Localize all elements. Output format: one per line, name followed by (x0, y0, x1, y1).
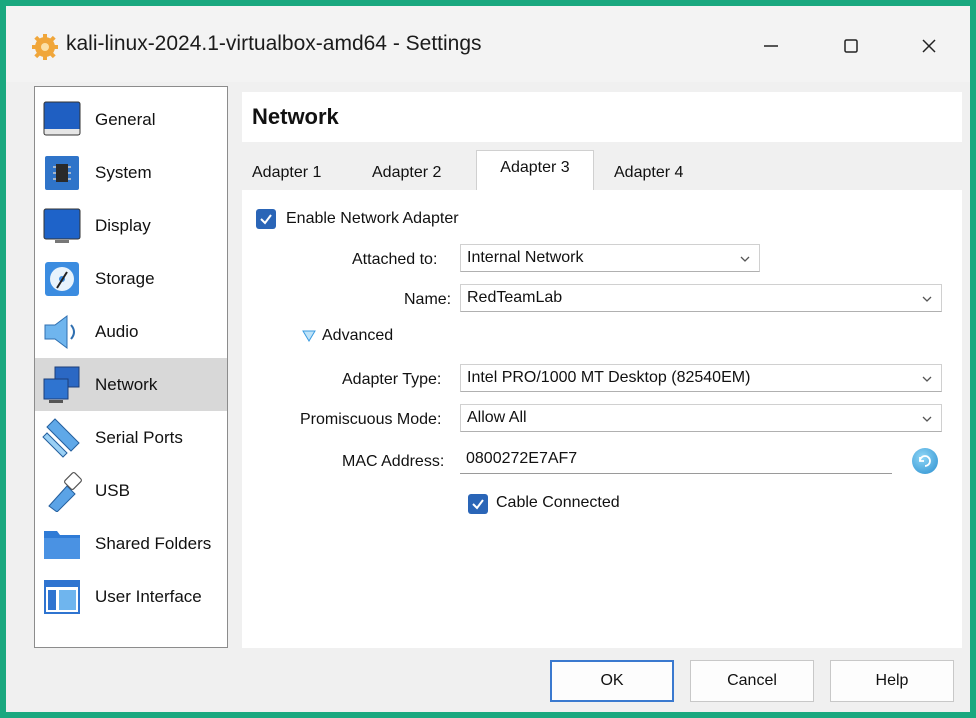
maximize-icon (844, 39, 858, 53)
mac-address-input[interactable]: 0800272E7AF7 (460, 446, 892, 474)
sidebar-item-user-interface[interactable]: User Interface (35, 570, 227, 623)
sidebar-item-audio[interactable]: Audio (35, 305, 227, 358)
generate-mac-button[interactable] (912, 448, 938, 474)
sidebar-item-label: Shared Folders (95, 533, 212, 553)
cable-connected-checkbox[interactable] (468, 494, 488, 514)
tab-adapter-1[interactable]: Adapter 1 (252, 154, 352, 190)
sidebar-item-label: System (95, 162, 152, 182)
user-interface-icon (44, 579, 80, 614)
help-button[interactable]: Help (830, 660, 954, 702)
cable-connected-label: Cable Connected (496, 494, 620, 511)
ok-button[interactable]: OK (550, 660, 674, 702)
refresh-icon (919, 455, 931, 467)
sidebar-item-label: Audio (95, 321, 139, 341)
mac-address-label: MAC Address: (342, 453, 445, 470)
page-title: Network (252, 104, 339, 129)
advanced-toggle[interactable]: Advanced (322, 327, 393, 345)
system-chip-icon (45, 155, 79, 190)
checkmark-icon (260, 214, 272, 225)
minimize-button[interactable] (748, 24, 794, 68)
sidebar-item-serial-ports[interactable]: Serial Ports (35, 411, 227, 464)
sidebar-item-label: Network (95, 374, 158, 394)
sidebar-item-display[interactable]: Display (35, 199, 227, 252)
network-name-value: RedTeamLab (467, 289, 563, 306)
sidebar-item-label: USB (95, 480, 130, 500)
general-icon (43, 101, 81, 135)
title-bar: kali-linux-2024.1-virtualbox-amd64 - Set… (6, 6, 970, 82)
settings-sidebar: General System Display Storage Audio Net… (34, 86, 228, 648)
sidebar-item-general[interactable]: General (35, 93, 227, 146)
tab-adapter-2[interactable]: Adapter 2 (372, 154, 472, 190)
adapter-type-select[interactable]: Intel PRO/1000 MT Desktop (82540EM) (460, 364, 942, 392)
sidebar-item-usb[interactable]: USB (35, 464, 227, 517)
attached-to-value: Internal Network (467, 249, 584, 266)
virtualbox-gear-icon (32, 34, 58, 60)
cancel-button[interactable]: Cancel (690, 660, 814, 702)
folder-icon (44, 530, 80, 559)
usb-icon (48, 471, 82, 512)
close-button[interactable] (906, 24, 952, 68)
serial-port-icon (42, 417, 80, 458)
speaker-icon (44, 314, 75, 349)
chevron-down-icon (740, 256, 750, 262)
tab-adapter-3[interactable]: Adapter 3 (476, 150, 594, 190)
sidebar-item-shared-folders[interactable]: Shared Folders (35, 517, 227, 570)
sidebar-item-network[interactable]: Network (35, 358, 227, 411)
checkmark-icon (472, 499, 484, 510)
storage-disk-icon (45, 261, 79, 296)
window-title: kali-linux-2024.1-virtualbox-amd64 - Set… (66, 32, 482, 55)
adapter-type-value: Intel PRO/1000 MT Desktop (82540EM) (467, 369, 751, 386)
network-name-combobox[interactable]: RedTeamLab (460, 284, 942, 312)
adapter-tabs: Adapter 1 Adapter 2 Adapter 3 Adapter 4 (242, 150, 962, 190)
sidebar-item-label: General (95, 109, 156, 129)
tab-adapter-4[interactable]: Adapter 4 (614, 154, 714, 190)
sidebar-item-storage[interactable]: Storage (35, 252, 227, 305)
attached-to-select[interactable]: Internal Network (460, 244, 760, 272)
chevron-down-icon (922, 296, 932, 302)
adapter-type-label: Adapter Type: (342, 371, 442, 388)
sidebar-item-label: Storage (95, 268, 155, 288)
network-icon (43, 366, 80, 403)
promiscuous-mode-value: Allow All (467, 409, 527, 426)
name-label: Name: (404, 291, 452, 308)
minimize-icon (764, 45, 778, 47)
chevron-down-icon (922, 376, 932, 382)
page-header: Network (242, 92, 962, 142)
promiscuous-mode-label: Promiscuous Mode: (300, 411, 442, 428)
sidebar-item-label: Display (95, 215, 151, 235)
sidebar-item-label: Serial Ports (95, 427, 183, 447)
sidebar-item-label: User Interface (95, 586, 202, 606)
close-icon (922, 39, 936, 53)
settings-window: kali-linux-2024.1-virtualbox-amd64 - Set… (6, 6, 970, 712)
attached-to-label: Attached to: (352, 251, 438, 268)
enable-adapter-checkbox[interactable] (256, 209, 276, 229)
promiscuous-mode-select[interactable]: Allow All (460, 404, 942, 432)
display-monitor-icon (43, 208, 81, 243)
enable-adapter-label: Enable Network Adapter (286, 210, 459, 227)
chevron-down-icon (922, 416, 932, 422)
adapter-panel: Enable Network Adapter Attached to: Inte… (242, 190, 962, 648)
mac-address-value: 0800272E7AF7 (466, 450, 578, 467)
sidebar-item-system[interactable]: System (35, 146, 227, 199)
maximize-button[interactable] (828, 24, 874, 68)
triangle-down-icon (302, 330, 316, 342)
